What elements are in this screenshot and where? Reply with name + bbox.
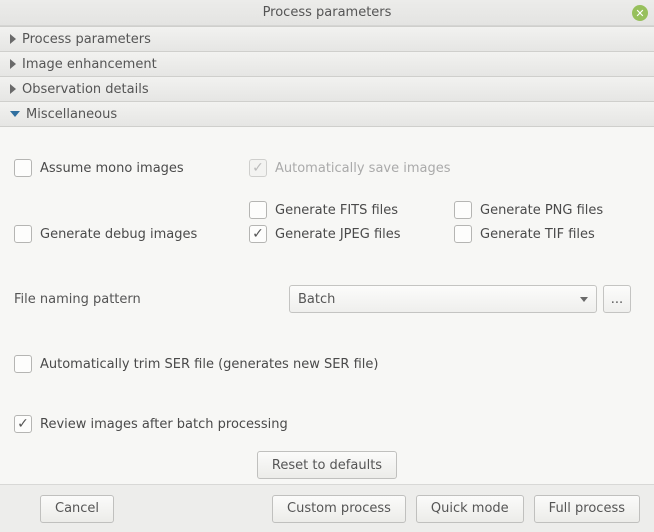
full-process-button[interactable]: Full process [534, 495, 640, 523]
checkbox-auto-save: ✓ [249, 159, 267, 177]
checkbox-gen-jpeg[interactable]: ✓ [249, 225, 267, 243]
label-assume-mono: Assume mono images [40, 161, 184, 176]
button-label: Quick mode [431, 501, 509, 516]
section-label: Miscellaneous [26, 107, 117, 122]
checkbox-gen-tif[interactable] [454, 225, 472, 243]
check-icon: ✓ [252, 161, 264, 175]
checkbox-gen-debug[interactable] [14, 225, 32, 243]
chevron-right-icon [10, 34, 16, 44]
quick-mode-button[interactable]: Quick mode [416, 495, 524, 523]
button-label: Reset to defaults [272, 458, 382, 473]
custom-process-button[interactable]: Custom process [272, 495, 406, 523]
section-label: Process parameters [22, 32, 151, 47]
button-label: Full process [549, 501, 625, 516]
label-gen-png: Generate PNG files [480, 203, 603, 218]
checkbox-review[interactable]: ✓ [14, 415, 32, 433]
file-pattern-select[interactable]: Batch [289, 285, 597, 313]
label-gen-tif: Generate TIF files [480, 227, 595, 242]
check-icon: ✓ [17, 417, 29, 431]
section-miscellaneous[interactable]: Miscellaneous [0, 102, 654, 127]
chevron-right-icon [10, 84, 16, 94]
window-title: Process parameters [263, 5, 392, 20]
section-image-enhancement[interactable]: Image enhancement [0, 52, 654, 77]
label-trim-ser: Automatically trim SER file (generates n… [40, 357, 378, 372]
label-auto-save: Automatically save images [275, 161, 451, 176]
label-gen-debug: Generate debug images [40, 227, 197, 242]
checkbox-gen-png[interactable] [454, 201, 472, 219]
button-label: Custom process [287, 501, 391, 516]
chevron-right-icon [10, 59, 16, 69]
cancel-button[interactable]: Cancel [40, 495, 114, 523]
section-observation-details[interactable]: Observation details [0, 77, 654, 102]
check-icon: ✓ [252, 227, 264, 241]
chevron-down-icon [580, 297, 588, 302]
label-gen-jpeg: Generate JPEG files [275, 227, 401, 242]
chevron-down-icon [10, 111, 20, 117]
section-label: Image enhancement [22, 57, 157, 72]
checkbox-trim-ser[interactable] [14, 355, 32, 373]
section-process-parameters[interactable]: Process parameters [0, 27, 654, 52]
section-label: Observation details [22, 82, 149, 97]
file-pattern-value: Batch [298, 292, 335, 307]
label-review: Review images after batch processing [40, 417, 288, 432]
button-label: Cancel [55, 501, 99, 516]
checkbox-gen-fits[interactable] [249, 201, 267, 219]
title-bar: Process parameters ✕ [0, 0, 654, 26]
file-pattern-browse-button[interactable]: ... [603, 285, 631, 313]
reset-defaults-button[interactable]: Reset to defaults [257, 451, 397, 479]
label-gen-fits: Generate FITS files [275, 203, 398, 218]
accordion: Process parameters Image enhancement Obs… [0, 26, 654, 494]
label-file-pattern: File naming pattern [14, 292, 289, 307]
dialog-footer: Cancel Custom process Quick mode Full pr… [0, 484, 654, 532]
misc-panel: Assume mono images ✓ Automatically save … [0, 127, 654, 494]
close-icon[interactable]: ✕ [632, 5, 648, 21]
ellipsis-icon: ... [611, 292, 623, 307]
checkbox-assume-mono[interactable] [14, 159, 32, 177]
